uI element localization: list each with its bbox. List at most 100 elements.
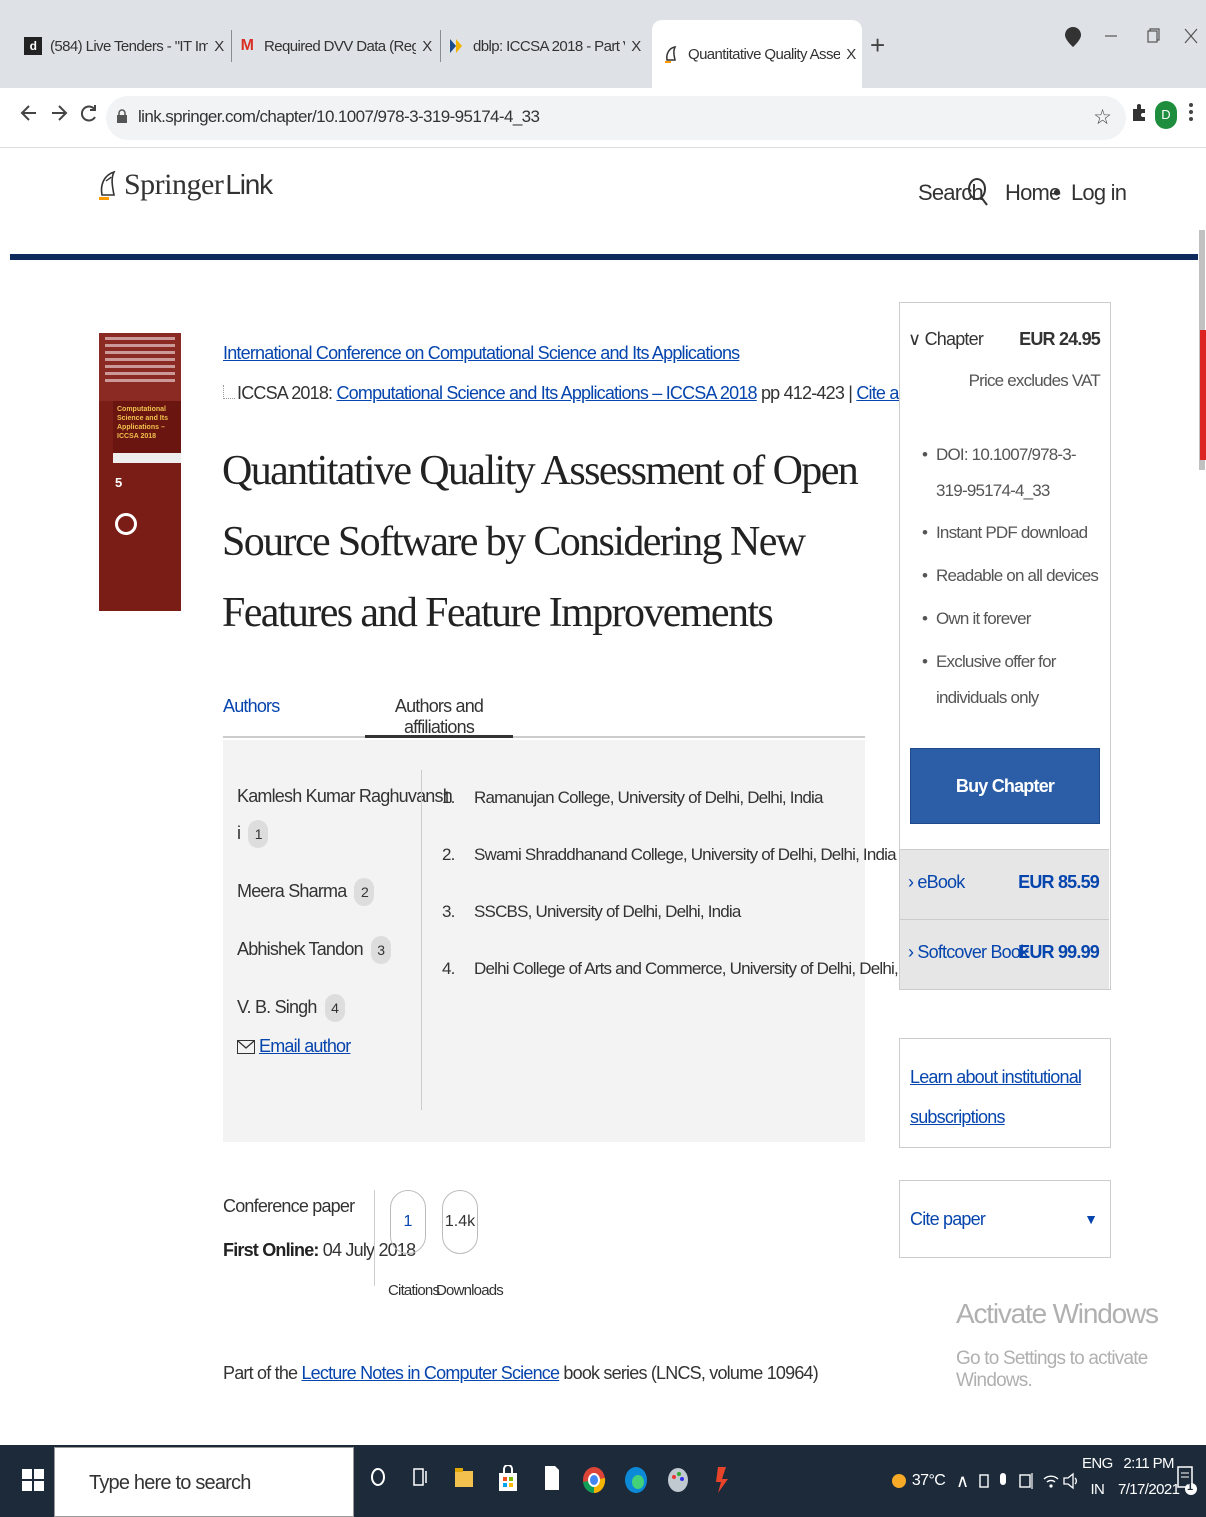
tree-connector-icon: [223, 385, 235, 399]
panel-divider: [421, 770, 422, 1110]
lock-icon: [117, 109, 127, 123]
taskbar-search-box[interactable]: Type here to search: [54, 1447, 354, 1517]
book-cover-image[interactable]: Computational Science and Its Applicatio…: [99, 333, 181, 611]
volume-icon[interactable]: [1062, 1471, 1080, 1496]
sun-icon: [892, 1474, 906, 1488]
windows-start-icon[interactable]: [22, 1469, 44, 1491]
affiliation-item: 1. Ramanujan College, University of Delhi…: [442, 788, 823, 807]
springerlink-logo[interactable]: Springer Link: [96, 168, 273, 202]
weather-widget[interactable]: 37°C: [890, 1471, 946, 1491]
list-item: Own it forever: [922, 601, 1102, 637]
show-hidden-icons-chevron-up-icon[interactable]: ∧: [956, 1471, 969, 1492]
author-item[interactable]: Abhishek Tandon 3: [237, 936, 391, 964]
author-item[interactable]: V. B. Singh 4: [237, 994, 345, 1022]
ebook-option[interactable]: › eBook EUR 85.59: [900, 849, 1109, 919]
search-icon[interactable]: [966, 177, 990, 207]
close-window-button[interactable]: [1184, 26, 1198, 52]
tab-springer-active[interactable]: Quantitative Quality Assessment X: [652, 20, 862, 88]
cortana-icon[interactable]: [370, 1465, 386, 1496]
buy-chapter-button[interactable]: Buy Chapter: [910, 748, 1100, 824]
buy-box: ∨ Chapter EUR 24.95 Price excludes VAT D…: [899, 302, 1111, 990]
close-tab-icon[interactable]: X: [625, 38, 647, 55]
browser-menu-icon[interactable]: [1188, 100, 1194, 130]
forward-arrow-icon[interactable]: [50, 102, 68, 130]
document-icon[interactable]: [544, 1465, 560, 1498]
web-page: Springer Link Search Home • Log in Compu…: [0, 150, 1206, 1445]
citations-count-badge[interactable]: 1: [390, 1190, 426, 1254]
tab-live-tenders[interactable]: d (584) Live Tenders - "IT Implemen X: [24, 20, 230, 72]
tab-authors-and-affiliations[interactable]: Authors and affiliations: [365, 696, 513, 738]
affiliation-item: 2. Swami Shraddhanand College, University…: [442, 845, 897, 864]
vat-note: Price excludes VAT: [968, 371, 1101, 390]
downloads-count-badge: 1.4k: [442, 1190, 478, 1254]
affiliation-badge[interactable]: 2: [354, 878, 375, 906]
chapter-purchase-toggle[interactable]: ∨ Chapter: [908, 329, 984, 350]
paint-icon[interactable]: [666, 1465, 690, 1502]
header-divider: [10, 254, 1200, 260]
meta-divider: [374, 1190, 375, 1286]
profile-avatar[interactable]: D: [1155, 101, 1177, 129]
active-app-icon[interactable]: [712, 1465, 732, 1502]
list-item: DOI: 10.1007/978-3-319-95174-4_33: [922, 437, 1102, 509]
file-explorer-icon[interactable]: [454, 1465, 474, 1496]
activate-windows-title: Activate Windows: [956, 1298, 1159, 1329]
edge-icon[interactable]: [624, 1465, 648, 1502]
header-login-link[interactable]: Log in: [1071, 180, 1127, 206]
book-series-link[interactable]: Lecture Notes in Computer Science: [301, 1363, 560, 1383]
close-tab-icon[interactable]: X: [208, 38, 230, 55]
close-tab-icon[interactable]: X: [840, 46, 862, 63]
reload-icon[interactable]: [80, 102, 98, 130]
author-item-continuation[interactable]: i1: [237, 820, 269, 848]
authors-tabs: Authors Authors and affiliations: [223, 696, 865, 738]
affiliation-item: 3. SSCBS, University of Delhi, Delhi, Ind…: [442, 902, 741, 921]
restore-window-button[interactable]: [1146, 26, 1160, 52]
first-online: First Online: 04 July 2018: [223, 1240, 416, 1260]
back-arrow-icon[interactable]: [20, 102, 38, 130]
softcover-option[interactable]: › Softcover Book EUR 99.99: [900, 919, 1109, 989]
ebook-price: EUR 85.59: [1018, 872, 1100, 892]
media-control-icon[interactable]: [1064, 26, 1082, 54]
network-icon[interactable]: [978, 1471, 990, 1496]
battery-icon[interactable]: [1018, 1471, 1034, 1496]
list-item: Exclusive offer for individuals only: [922, 644, 1102, 716]
envelope-icon: [237, 1040, 255, 1055]
author-item[interactable]: Kamlesh Kumar Raghuvansh: [237, 786, 453, 807]
downloads-label: Downloads: [436, 1282, 504, 1299]
proceedings-link[interactable]: Computational Science and Its Applicatio…: [336, 383, 757, 403]
tab-dblp[interactable]: dblp: ICCSA 2018 - Part V X: [447, 20, 647, 72]
url-text: link.springer.com/chapter/10.1007/978-3-…: [138, 107, 540, 126]
gmail-icon: M: [240, 37, 254, 54]
list-item: Readable on all devices: [922, 558, 1102, 594]
address-bar[interactable]: link.springer.com/chapter/10.1007/978-3-…: [106, 96, 1126, 140]
side-accent-bar: [1200, 330, 1206, 460]
book-series-line: Part of the Lecture Notes in Computer Sc…: [223, 1363, 819, 1383]
input-language-indicator[interactable]: ENG IN: [1082, 1451, 1113, 1503]
notification-center-icon[interactable]: 1: [1176, 1463, 1198, 1502]
system-clock[interactable]: 2:11 PM 7/17/2021: [1118, 1451, 1180, 1503]
email-author[interactable]: Email author: [237, 1036, 351, 1057]
minimize-window-button[interactable]: [1104, 26, 1118, 52]
chrome-icon[interactable]: [582, 1465, 606, 1502]
windows-taskbar: Type here to search 37°C ∧ ENG IN 2:11 P…: [0, 1445, 1206, 1517]
affiliation-badge[interactable]: 3: [370, 936, 391, 964]
chapter-title: Quantitative Quality Assessment of Open …: [222, 448, 859, 636]
bookmark-star-icon[interactable]: ☆: [1093, 105, 1112, 130]
affiliation-badge[interactable]: 4: [324, 994, 345, 1022]
institutional-subscriptions-link[interactable]: Learn about institutional subscriptions: [910, 1057, 1100, 1137]
extensions-puzzle-icon[interactable]: [1130, 102, 1148, 130]
affiliation-badge[interactable]: 1: [248, 820, 269, 848]
tab-authors[interactable]: Authors: [223, 696, 280, 717]
tab-gmail[interactable]: M Required DVV Data (Regarding 5. X: [238, 20, 438, 72]
author-item[interactable]: Meera Sharma 2: [237, 878, 375, 906]
wifi-icon[interactable]: [1042, 1471, 1060, 1496]
chevron-right-icon: ›: [908, 872, 914, 892]
close-tab-icon[interactable]: X: [416, 38, 438, 55]
cite-paper-dropdown[interactable]: Cite paper ▼: [899, 1180, 1111, 1258]
email-author-link[interactable]: Email author: [259, 1036, 351, 1056]
task-view-icon[interactable]: [412, 1465, 430, 1496]
microphone-icon[interactable]: [998, 1471, 1008, 1496]
new-tab-button[interactable]: +: [870, 30, 885, 61]
conference-link[interactable]: International Conference on Computationa…: [223, 343, 740, 364]
affiliation-item: 4. Delhi College of Arts and Commerce, Un…: [442, 959, 935, 978]
store-icon[interactable]: [498, 1464, 518, 1500]
